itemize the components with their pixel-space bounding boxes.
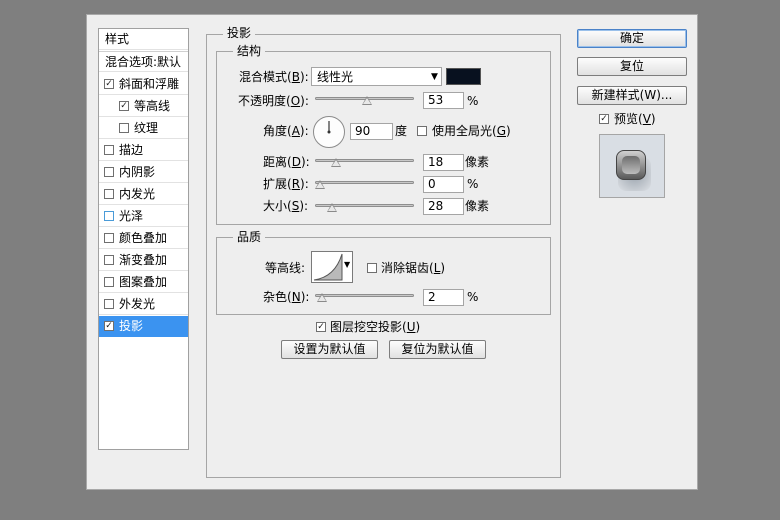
new-style-button[interactable]: 新建样式(W)... xyxy=(577,86,687,105)
distance-slider-thumb[interactable] xyxy=(331,158,342,167)
size-label: 大小(S): xyxy=(263,199,309,213)
style-item-checkbox[interactable] xyxy=(104,321,114,331)
contour-picker[interactable]: ▼ xyxy=(311,251,353,283)
style-item[interactable]: 渐变叠加 xyxy=(99,250,188,271)
opacity-slider-thumb[interactable] xyxy=(362,96,373,105)
distance-slider-track[interactable] xyxy=(315,159,414,162)
style-item-label: 颜色叠加 xyxy=(119,231,168,245)
distance-label: 距离(D): xyxy=(263,155,310,169)
noise-input[interactable]: 2 xyxy=(423,289,464,306)
preview-label: 预览(V) xyxy=(614,112,656,126)
style-item-checkbox[interactable] xyxy=(104,167,114,177)
style-item[interactable]: 纹理 xyxy=(99,118,188,139)
knockout-label: 图层挖空投影(U) xyxy=(330,320,421,334)
style-item-label: 内发光 xyxy=(119,187,156,201)
spread-unit: % xyxy=(467,177,479,191)
styles-header-label: 样式 xyxy=(105,32,130,46)
style-item-label: 投影 xyxy=(119,319,144,333)
style-item[interactable]: 等高线 xyxy=(99,96,188,117)
style-item[interactable]: 斜面和浮雕 xyxy=(99,74,188,95)
style-item-label: 内阴影 xyxy=(119,165,156,179)
style-item-label: 外发光 xyxy=(119,297,156,311)
knockout-checkbox[interactable] xyxy=(316,322,326,332)
preview-checkbox[interactable] xyxy=(599,114,609,124)
style-item[interactable]: 描边 xyxy=(99,140,188,161)
opacity-unit: % xyxy=(467,94,479,108)
structure-title: 结构 xyxy=(233,44,266,58)
style-item[interactable]: 外发光 xyxy=(99,294,188,315)
style-item[interactable]: 图案叠加 xyxy=(99,272,188,293)
angle-unit: 度 xyxy=(395,124,408,138)
size-slider-thumb[interactable] xyxy=(327,203,338,212)
spread-slider-track[interactable] xyxy=(315,181,414,184)
reset-default-button[interactable]: 复位为默认值 xyxy=(389,340,486,359)
noise-slider-track[interactable] xyxy=(315,294,414,297)
opacity-input[interactable]: 53 xyxy=(423,92,464,109)
noise-slider-thumb[interactable] xyxy=(316,293,327,302)
style-item-checkbox[interactable] xyxy=(119,123,129,133)
styles-header[interactable]: 样式 xyxy=(99,29,188,50)
style-item-label: 描边 xyxy=(119,143,144,157)
style-item-checkbox[interactable] xyxy=(104,79,114,89)
noise-label: 杂色(N): xyxy=(263,290,310,304)
distance-input[interactable]: 18 xyxy=(423,154,464,171)
noise-unit: % xyxy=(467,290,479,304)
style-item-checkbox[interactable] xyxy=(104,255,114,265)
chevron-down-icon: ▼ xyxy=(431,72,438,82)
style-item-checkbox[interactable] xyxy=(104,145,114,155)
style-item-label: 斜面和浮雕 xyxy=(119,77,180,91)
anti-alias-label: 消除锯齿(L) xyxy=(381,261,446,275)
style-item-label: 图案叠加 xyxy=(119,275,168,289)
reset-button[interactable]: 复位 xyxy=(577,57,687,76)
style-item-label: 光泽 xyxy=(119,209,144,223)
contour-label: 等高线: xyxy=(265,261,306,275)
size-unit: 像素 xyxy=(465,199,490,213)
preview-shape xyxy=(616,150,646,180)
blend-options-label: 混合选项:默认 xyxy=(105,55,182,69)
make-default-button[interactable]: 设置为默认值 xyxy=(281,340,378,359)
shadow-color-swatch[interactable] xyxy=(446,68,481,85)
global-light-checkbox[interactable] xyxy=(417,126,427,136)
angle-label: 角度(A): xyxy=(263,124,309,138)
style-item[interactable]: 光泽 xyxy=(99,206,188,227)
blend-options-item[interactable]: 混合选项:默认 xyxy=(99,51,188,72)
style-item[interactable]: 内发光 xyxy=(99,184,188,205)
quality-title: 品质 xyxy=(233,230,266,244)
style-item-label: 等高线 xyxy=(134,99,171,113)
style-item[interactable]: 颜色叠加 xyxy=(99,228,188,249)
style-item[interactable]: 内阴影 xyxy=(99,162,188,183)
anti-alias-checkbox[interactable] xyxy=(367,263,377,273)
style-item-label: 纹理 xyxy=(134,121,159,135)
style-item-label: 渐变叠加 xyxy=(119,253,168,267)
spread-slider-thumb[interactable] xyxy=(315,180,325,189)
global-light-label: 使用全局光(G) xyxy=(432,124,511,138)
blend-mode-label: 混合模式(B): xyxy=(239,70,309,84)
styles-list-panel: 样式 混合选项:默认 斜面和浮雕等高线纹理描边内阴影内发光光泽颜色叠加渐变叠加图… xyxy=(98,28,189,450)
style-item-checkbox[interactable] xyxy=(104,233,114,243)
spread-label: 扩展(R): xyxy=(263,177,309,191)
opacity-label: 不透明度(O): xyxy=(238,94,309,108)
chevron-down-icon: ▼ xyxy=(344,260,351,269)
ok-button[interactable]: 确定 xyxy=(577,29,687,48)
style-item-checkbox[interactable] xyxy=(104,277,114,287)
style-item-checkbox[interactable] xyxy=(104,189,114,199)
spread-input[interactable]: 0 xyxy=(423,176,464,193)
style-preview-thumbnail xyxy=(599,134,665,198)
distance-unit: 像素 xyxy=(465,155,490,169)
angle-dial[interactable] xyxy=(312,115,346,149)
style-item-checkbox[interactable] xyxy=(119,101,129,111)
blend-mode-value: 线性光 xyxy=(317,70,354,84)
style-item-checkbox[interactable] xyxy=(104,211,114,221)
style-item[interactable]: 投影 xyxy=(99,316,188,337)
angle-input[interactable]: 90 xyxy=(350,123,393,140)
style-item-checkbox[interactable] xyxy=(104,299,114,309)
section-title: 投影 xyxy=(223,26,256,40)
blend-mode-select[interactable]: 线性光 ▼ xyxy=(311,67,442,86)
contour-curve-icon xyxy=(313,253,343,281)
size-input[interactable]: 28 xyxy=(423,198,464,215)
